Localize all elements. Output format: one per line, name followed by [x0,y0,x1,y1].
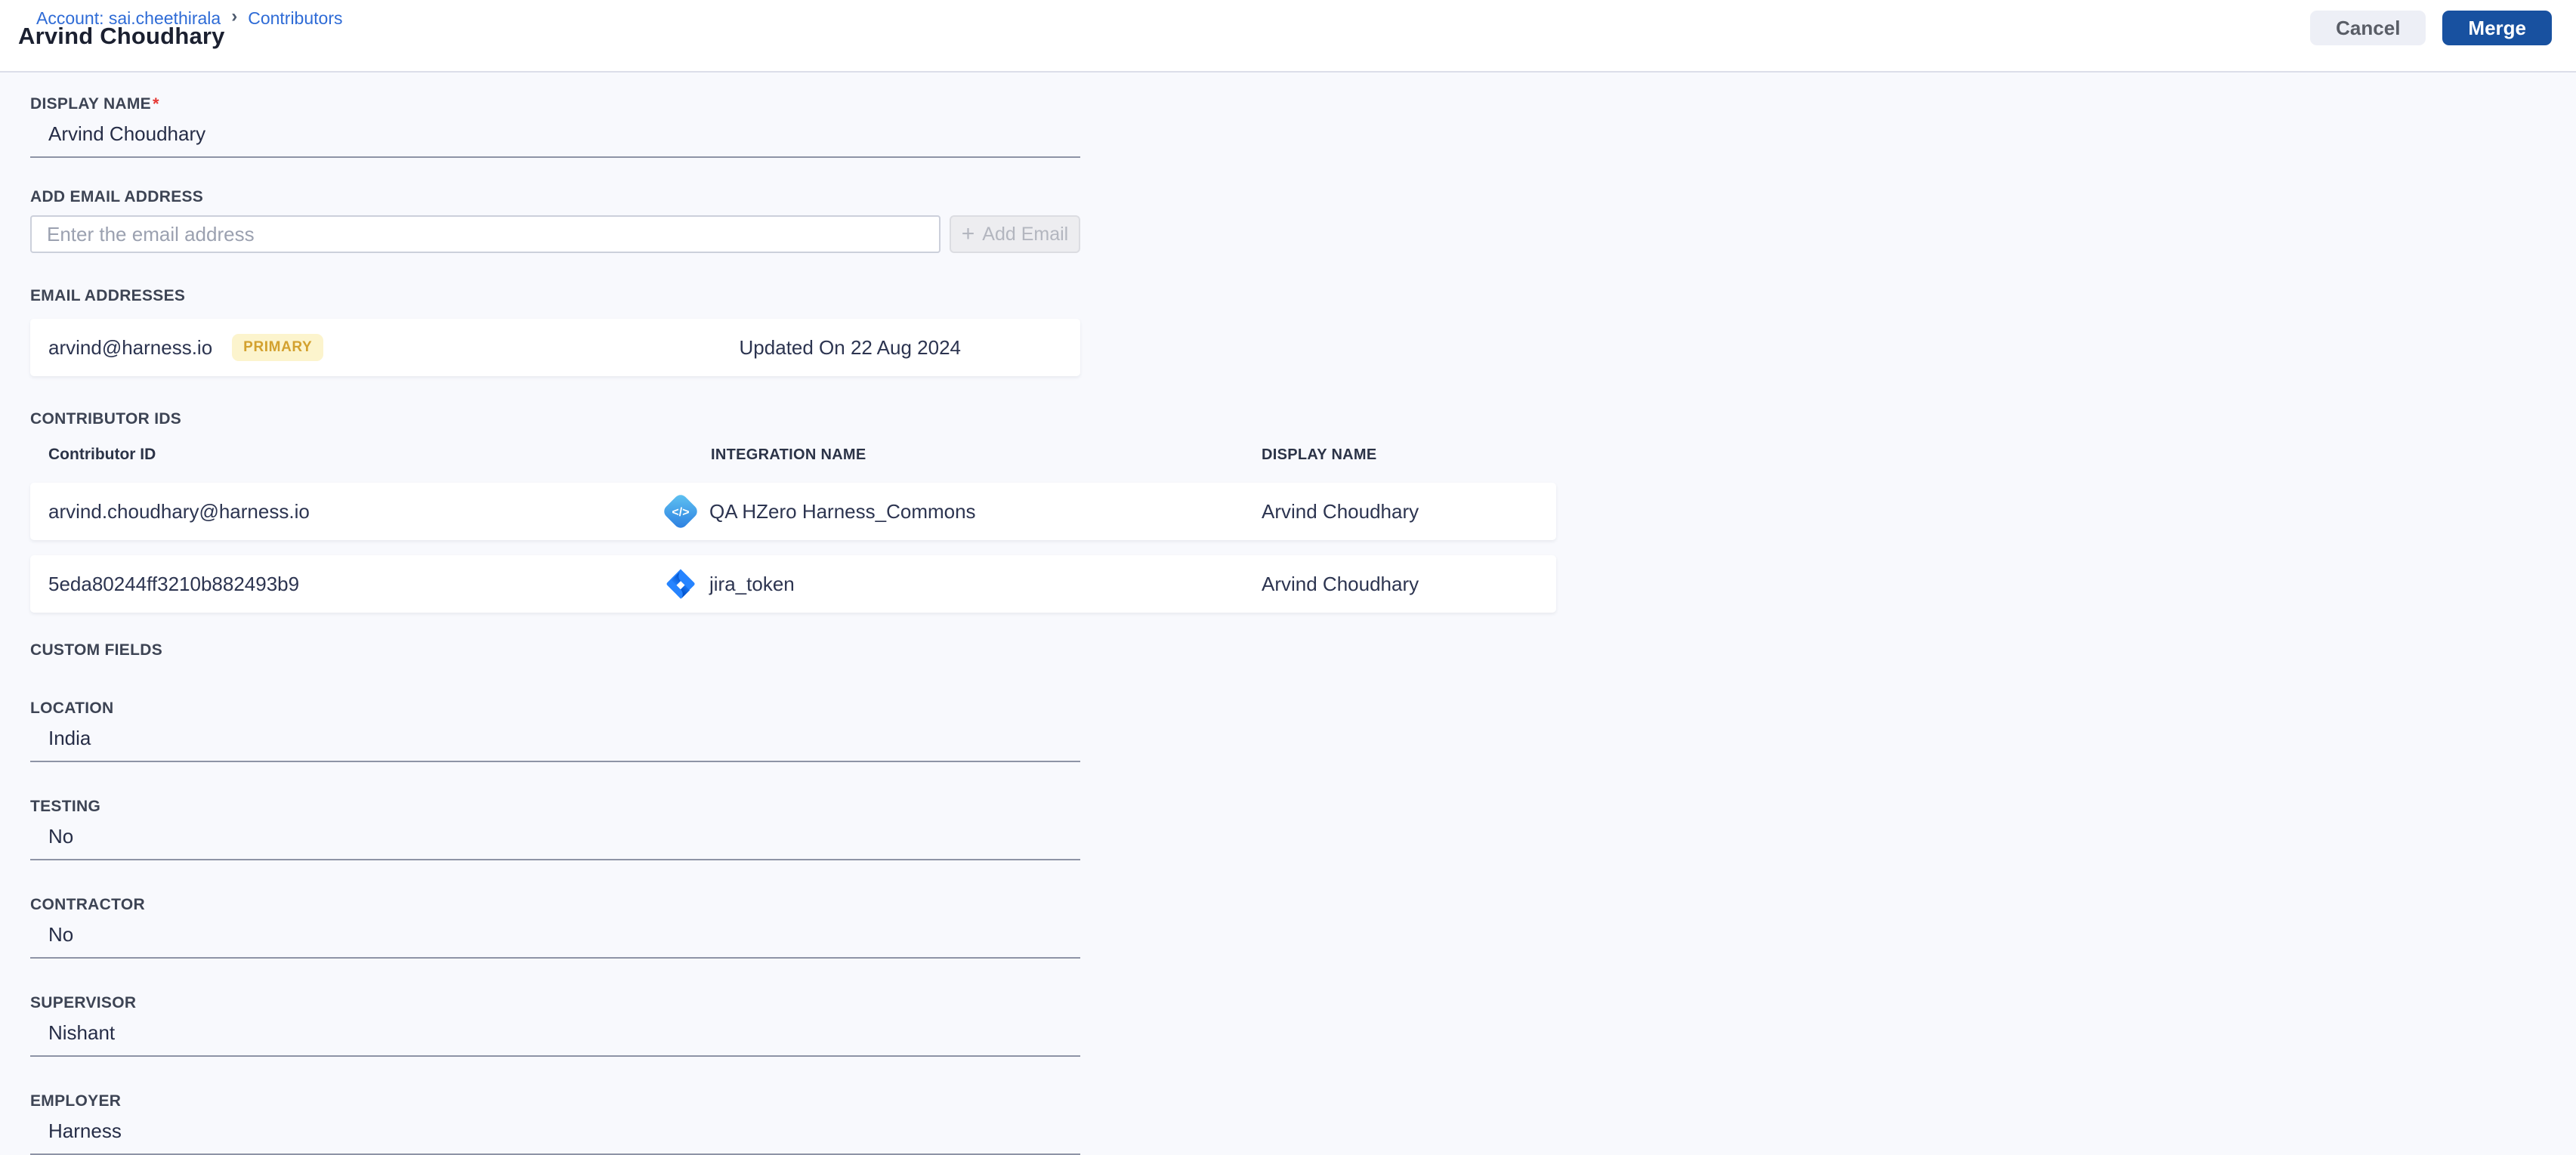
email-addresses-section: EMAIL ADDRESSES arvind@harness.io PRIMAR… [30,287,2576,376]
display-name-label-text: DISPLAY NAME [30,95,151,113]
jira-icon [666,569,695,600]
add-email-section: ADD EMAIL ADDRESS + Add Email [30,188,2576,253]
email-address-row: arvind@harness.io PRIMARY Updated On 22 … [30,319,1080,376]
add-email-button-label: Add Email [982,223,1069,245]
merge-contributor-form: DISPLAY NAME* Arvind Choudhary ADD EMAIL… [0,73,2576,1155]
location-input[interactable]: India [30,725,1080,762]
add-email-button[interactable]: + Add Email [950,215,1080,253]
plus-icon: + [961,221,975,246]
testing-input[interactable]: No [30,823,1080,860]
table-row: arvind.choudhary@harness.io </> QA HZero… [30,483,1556,540]
custom-field-testing: TESTING No [30,798,2576,860]
custom-field-location: LOCATION India [30,699,2576,762]
custom-field-supervisor: SUPERVISOR Nishant [30,994,2576,1057]
contractor-input[interactable]: No [30,922,1080,959]
integration-cell: jira_token [661,564,1262,604]
supervisor-label: SUPERVISOR [30,994,137,1011]
contractor-label: CONTRACTOR [30,896,145,913]
code-integration-icon: </> [664,495,697,528]
integration-cell: </> QA HZero Harness_Commons [661,492,1262,531]
page-title: Arvind Choudhary [18,23,225,49]
custom-field-employer: EMPLOYER Harness [30,1092,2576,1155]
chevron-right-icon: › [231,6,238,26]
column-header-display-name: DISPLAY NAME [1262,446,1377,463]
employer-label: EMPLOYER [30,1092,122,1110]
required-asterisk: * [152,94,159,113]
display-name-input[interactable]: Arvind Choudhary [30,121,1080,158]
email-address-input[interactable] [30,215,941,253]
svg-text:</>: </> [672,506,689,519]
supervisor-input[interactable]: Nishant [30,1020,1080,1057]
testing-label: TESTING [30,798,101,815]
contributor-ids-section: CONTRIBUTOR IDS Contributor ID INTEGRATI… [30,410,2576,613]
table-row: 5eda80244ff3210b882493b9 jira_token Arvi… [30,555,1556,613]
email-addresses-label: EMAIL ADDRESSES [30,287,186,304]
integration-name: QA HZero Harness_Commons [709,499,976,523]
location-label: LOCATION [30,699,114,717]
integration-name: jira_token [709,572,795,595]
email-updated-on: Updated On 22 Aug 2024 [739,335,961,359]
page-header: Account: sai.cheethirala › Contributors … [0,0,2576,73]
contributor-ids-label: CONTRIBUTOR IDS [30,410,182,428]
display-name-section: DISPLAY NAME* Arvind Choudhary [30,95,2576,158]
merge-button[interactable]: Merge [2442,11,2552,45]
primary-badge: PRIMARY [232,334,324,361]
contributor-id-cell: arvind.choudhary@harness.io [48,499,310,523]
custom-fields-label: CUSTOM FIELDS [30,641,163,659]
column-header-integration-name: INTEGRATION NAME [711,446,866,463]
column-header-contributor-id: Contributor ID [48,446,156,463]
display-name-cell: Arvind Choudhary [1262,499,1419,523]
contributor-ids-table-header: Contributor ID INTEGRATION NAME DISPLAY … [30,446,1556,464]
custom-field-contractor: CONTRACTOR No [30,896,2576,959]
header-actions: Cancel Merge [2310,11,2552,45]
email-address-value: arvind@harness.io [48,335,213,359]
custom-fields-section: CUSTOM FIELDS LOCATION India TESTING No … [30,641,2576,1155]
display-name-label: DISPLAY NAME* [30,95,2576,113]
display-name-cell: Arvind Choudhary [1262,572,1419,595]
add-email-label: ADD EMAIL ADDRESS [30,188,204,205]
contributor-id-cell: 5eda80244ff3210b882493b9 [48,572,300,595]
add-email-row: + Add Email [30,215,2576,253]
cancel-button[interactable]: Cancel [2310,11,2426,45]
breadcrumb-contributors-link[interactable]: Contributors [248,8,342,29]
employer-input[interactable]: Harness [30,1118,1080,1155]
